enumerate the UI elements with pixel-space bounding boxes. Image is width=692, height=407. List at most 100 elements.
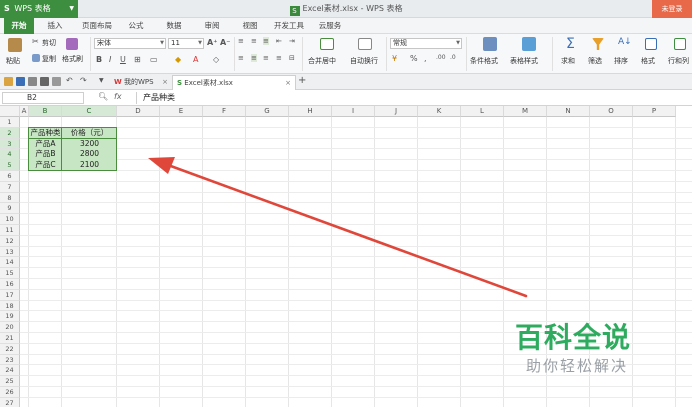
conditional-format-button[interactable]: 条件格式 <box>470 56 498 66</box>
underline-icon[interactable]: U <box>120 55 126 64</box>
format-painter-icon[interactable] <box>66 38 78 50</box>
column-header-g[interactable]: G <box>246 106 289 117</box>
copy-icon[interactable] <box>32 54 40 62</box>
filter-button[interactable]: 筛选 <box>588 56 602 66</box>
row-header-22[interactable]: 22 <box>0 343 20 355</box>
filter-icon[interactable] <box>592 38 604 50</box>
table-style-button[interactable]: 表格样式 <box>510 56 538 66</box>
row-header-7[interactable]: 7 <box>0 181 20 193</box>
font-color-icon[interactable]: A <box>193 55 198 64</box>
chevron-down-icon[interactable]: ▼ <box>99 77 104 84</box>
wrap-text-button[interactable]: 自动换行 <box>350 56 378 66</box>
column-header-f[interactable]: F <box>203 106 246 117</box>
print-preview-icon[interactable] <box>52 77 61 86</box>
number-format-select[interactable]: 常规 ▼ <box>390 38 462 49</box>
row-header-6[interactable]: 6 <box>0 171 20 182</box>
open-folder-icon[interactable] <box>4 77 13 86</box>
print-icon[interactable] <box>40 77 49 86</box>
redo-icon[interactable]: ↷ <box>80 76 87 85</box>
column-header-e[interactable]: E <box>160 106 203 117</box>
row-header-17[interactable]: 17 <box>0 289 20 301</box>
align-right-icon[interactable]: ≡ <box>263 54 269 62</box>
paste-icon[interactable] <box>8 38 22 52</box>
column-header-m[interactable]: M <box>504 106 547 117</box>
row-col-icon[interactable] <box>674 38 686 50</box>
row-header-5[interactable]: 5 <box>0 160 20 171</box>
close-icon[interactable]: × <box>285 76 291 90</box>
format-button[interactable]: 格式 <box>641 56 655 66</box>
tab-excel-file[interactable]: S Excel素材.xlsx × <box>172 75 296 90</box>
row-header-25[interactable]: 25 <box>0 376 20 387</box>
tab-cloud[interactable]: 云服务 <box>312 18 348 34</box>
table-style-icon[interactable] <box>522 37 536 51</box>
copy-button[interactable]: 复制 <box>42 54 56 64</box>
format-painter-button[interactable]: 格式刷 <box>62 54 83 64</box>
tab-data[interactable]: 数据 <box>160 18 188 34</box>
align-top-icon[interactable]: ≡ <box>238 37 244 45</box>
sum-button[interactable]: 求和 <box>561 56 575 66</box>
merge-center-button[interactable]: 合并居中 <box>308 56 336 66</box>
row-header-19[interactable]: 19 <box>0 311 20 323</box>
row-header-10[interactable]: 10 <box>0 214 20 225</box>
zoom-icon[interactable]: 🔍︎ <box>98 92 108 101</box>
new-tab-button[interactable]: + <box>298 75 306 86</box>
row-header-1[interactable]: 1 <box>0 117 20 128</box>
distribute-icon[interactable]: ⊟ <box>289 54 295 62</box>
align-center-icon[interactable]: ≡ <box>251 54 257 62</box>
function-icon[interactable]: fx <box>114 92 122 101</box>
currency-icon[interactable]: ¥ <box>392 54 397 63</box>
column-header-i[interactable]: I <box>332 106 375 117</box>
conditional-format-icon[interactable] <box>483 37 497 51</box>
column-header-k[interactable]: K <box>418 106 461 117</box>
paste-button[interactable]: 粘贴 <box>6 56 20 66</box>
select-all-corner[interactable] <box>0 106 20 117</box>
cut-button[interactable]: 剪切 <box>42 38 56 48</box>
column-header-a[interactable]: A <box>20 106 29 117</box>
column-header-c[interactable]: C <box>62 106 117 117</box>
column-header-o[interactable]: O <box>590 106 633 117</box>
login-button[interactable]: 未登录 <box>652 0 692 18</box>
align-bottom-icon[interactable]: ≡ <box>263 37 269 45</box>
tab-view[interactable]: 视图 <box>236 18 264 34</box>
font-name-select[interactable]: 宋体 ▼ <box>94 38 166 49</box>
border-icon[interactable]: ⊞ <box>134 55 141 64</box>
wrap-text-icon[interactable] <box>358 38 372 50</box>
close-icon[interactable]: × <box>162 75 168 89</box>
row-header-12[interactable]: 12 <box>0 235 20 247</box>
tab-formulas[interactable]: 公式 <box>122 18 150 34</box>
justify-icon[interactable]: ≡ <box>276 54 282 62</box>
decimal-increase-icon[interactable]: .00 <box>436 54 446 61</box>
column-header-p[interactable]: P <box>633 106 676 117</box>
percent-icon[interactable]: % <box>410 54 418 63</box>
align-left-icon[interactable]: ≡ <box>238 54 244 62</box>
column-header-l[interactable]: L <box>461 106 504 117</box>
bold-icon[interactable]: B <box>96 55 102 64</box>
row-header-13[interactable]: 13 <box>0 246 20 258</box>
sort-icon[interactable]: A↓ <box>618 37 632 47</box>
indent-decrease-icon[interactable]: ⇤ <box>276 37 282 45</box>
row-header-23[interactable]: 23 <box>0 354 20 366</box>
row-header-18[interactable]: 18 <box>0 300 20 312</box>
row-header-20[interactable]: 20 <box>0 322 20 333</box>
scissors-icon[interactable]: ✂ <box>32 38 40 46</box>
undo-icon[interactable]: ↶ <box>66 76 73 85</box>
tab-my-wps[interactable]: W 我的WPS × <box>110 75 172 90</box>
tab-page-layout[interactable]: 页面布局 <box>76 18 118 34</box>
tab-review[interactable]: 审阅 <box>198 18 226 34</box>
clear-format-icon[interactable]: ◇ <box>213 55 219 64</box>
font-grow-icon[interactable]: A⁺ <box>207 38 217 47</box>
row-header-27[interactable]: 27 <box>0 397 20 407</box>
font-shrink-icon[interactable]: A⁻ <box>220 38 230 47</box>
align-middle-icon[interactable]: ≡ <box>251 37 257 45</box>
row-col-button[interactable]: 行和列 <box>668 56 689 66</box>
row-header-24[interactable]: 24 <box>0 365 20 377</box>
save-icon[interactable] <box>16 77 25 86</box>
row-header-3[interactable]: 3 <box>0 138 20 150</box>
formula-input[interactable]: 产品种类 <box>136 92 690 104</box>
decimal-decrease-icon[interactable]: .0 <box>450 54 456 61</box>
row-header-9[interactable]: 9 <box>0 203 20 215</box>
column-header-j[interactable]: J <box>375 106 418 117</box>
indent-increase-icon[interactable]: ⇥ <box>289 37 295 45</box>
cell-style-icon[interactable]: ▭ <box>150 55 158 64</box>
name-box[interactable]: B2 <box>2 92 84 104</box>
